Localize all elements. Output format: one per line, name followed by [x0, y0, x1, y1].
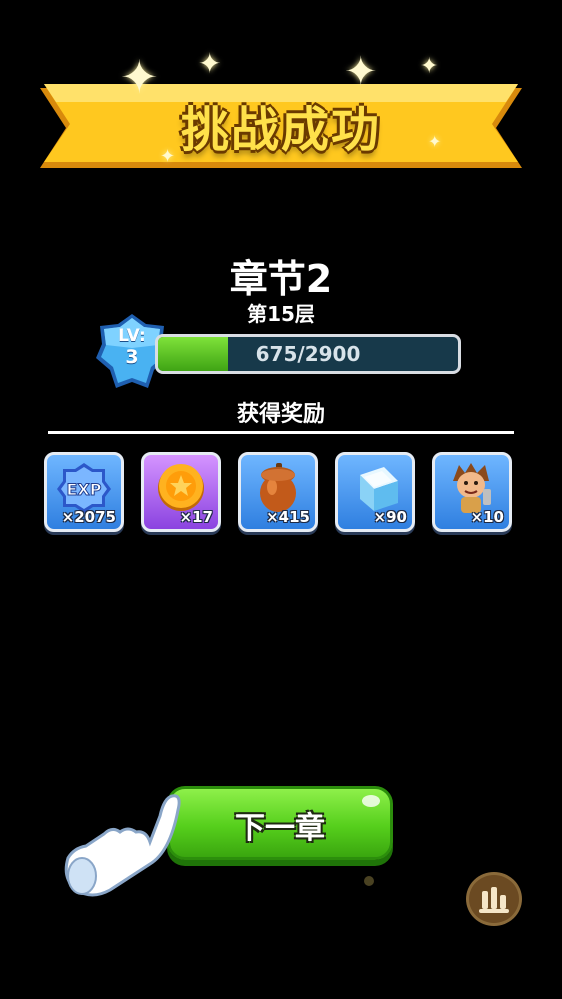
reward-quantity: ×10	[470, 508, 504, 526]
reward-quantity: ×2075	[61, 508, 116, 526]
reward-list: EXP ×2075 ×17 ×415 ×90 ×10	[44, 452, 514, 532]
sparkle-icon: ✦	[198, 47, 222, 80]
exp-progress-bar: 675/2900	[155, 334, 461, 374]
reward-item-exp[interactable]: EXP ×2075	[44, 452, 124, 532]
floor-label: 第15层	[247, 302, 315, 326]
sparkle-icon: ✦	[420, 54, 439, 79]
sparkle-icon: ✦	[120, 50, 159, 104]
sparkle-icon: ✦	[344, 49, 378, 95]
pointing-hand-icon	[64, 794, 181, 897]
svg-text:EXP: EXP	[67, 480, 102, 499]
banner-title: 挑战成功	[180, 102, 381, 158]
reward-item-acorn[interactable]: ×415	[238, 452, 318, 532]
chapter-title: 章节2	[229, 257, 333, 301]
ice-cube-icon	[360, 467, 398, 511]
reward-item-gold-coin[interactable]: ×17	[141, 452, 221, 532]
next-chapter-button[interactable]: 下一章	[167, 786, 393, 860]
acorn-icon	[260, 463, 296, 512]
reward-item-caveman[interactable]: ×10	[432, 452, 512, 532]
caveman-character-icon	[453, 463, 491, 513]
reward-quantity: ×17	[179, 508, 213, 526]
gold-coin-icon	[158, 464, 204, 511]
stats-button[interactable]	[466, 872, 522, 926]
sparkle-icon: ✦	[160, 146, 176, 167]
reward-quantity: ×90	[373, 508, 407, 526]
exp-icon: EXP	[57, 463, 111, 513]
next-chapter-label: 下一章	[235, 811, 325, 846]
indicator-dot	[364, 876, 374, 886]
reward-quantity: ×415	[266, 508, 310, 526]
rewards-title: 获得奖励	[236, 402, 325, 427]
success-banner: 挑战成功 ✦ ✦ ✦ ✦ ✦ ✦	[40, 50, 522, 170]
sparkle-icon: ✦	[428, 132, 442, 151]
divider	[48, 431, 514, 434]
bar-chart-icon	[479, 887, 509, 913]
exp-progress-text: 675/2900	[255, 342, 361, 366]
reward-item-ice-cube[interactable]: ×90	[335, 452, 415, 532]
